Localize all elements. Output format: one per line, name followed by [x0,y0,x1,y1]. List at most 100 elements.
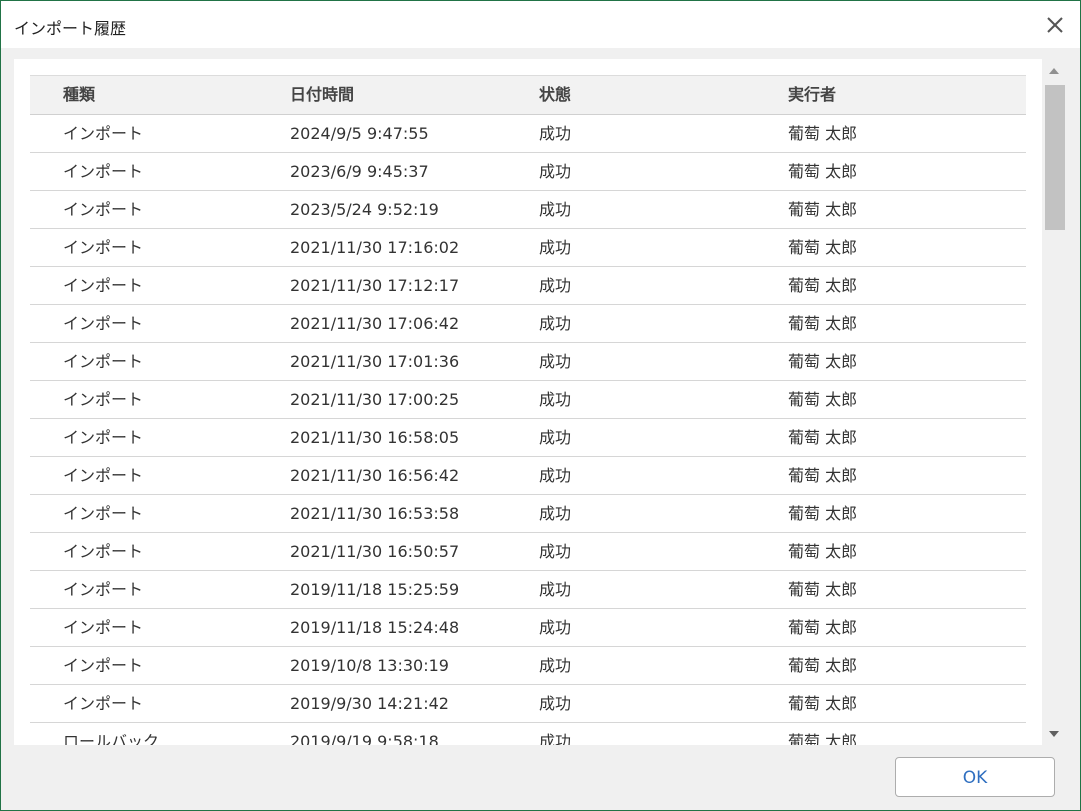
datetime-cell: 2023/6/9 9:45:37 [290,162,429,181]
executor-cell: 葡萄 太郎 [788,390,858,409]
executor-cell: 葡萄 太郎 [788,694,858,713]
datetime-cell: 2024/9/5 9:47:55 [290,124,429,143]
datetime-cell: 2021/11/30 17:06:42 [290,314,460,333]
close-icon [1047,17,1063,33]
datetime-cell: 2021/11/30 16:58:05 [290,428,460,447]
type-cell: インポート [63,162,144,181]
status-cell: 成功 [539,200,572,219]
type-cell: インポート [63,504,144,523]
status-cell: 成功 [539,504,572,523]
table-row[interactable]: インポート 2019/9/30 14:21:42 成功 葡萄 太郎 [30,685,1026,723]
table-row[interactable]: インポート 2023/5/24 9:52:19 成功 葡萄 太郎 [30,191,1026,229]
datetime-cell: 2021/11/30 16:50:57 [290,542,460,561]
type-cell: ロールバック [63,732,160,745]
type-cell: インポート [63,466,144,485]
executor-cell: 葡萄 太郎 [788,276,858,295]
table-row[interactable]: インポート 2019/11/18 15:24:48 成功 葡萄 太郎 [30,609,1026,647]
type-cell: インポート [63,124,144,143]
status-cell: 成功 [539,656,572,675]
datetime-cell: 2023/5/24 9:52:19 [290,200,439,219]
table-row[interactable]: インポート 2021/11/30 16:53:58 成功 葡萄 太郎 [30,495,1026,533]
datetime-cell: 2021/11/30 17:16:02 [290,238,460,257]
status-cell: 成功 [539,390,572,409]
status-cell: 成功 [539,732,572,745]
executor-cell: 葡萄 太郎 [788,314,858,333]
status-cell: 成功 [539,542,572,561]
executor-cell: 葡萄 太郎 [788,162,858,181]
datetime-cell: 2019/9/19 9:58:18 [290,732,439,745]
datetime-cell: 2021/11/30 16:53:58 [290,504,460,523]
type-cell: インポート [63,238,144,257]
ok-button[interactable]: OK [895,757,1055,797]
status-cell: 成功 [539,124,572,143]
executor-cell: 葡萄 太郎 [788,504,858,523]
status-cell: 成功 [539,694,572,713]
header-executor[interactable]: 実行者 [788,76,836,114]
status-cell: 成功 [539,580,572,599]
table-row[interactable]: インポート 2021/11/30 17:00:25 成功 葡萄 太郎 [30,381,1026,419]
type-cell: インポート [63,276,144,295]
datetime-cell: 2019/10/8 13:30:19 [290,656,449,675]
history-panel: 種類 日付時間 状態 実行者 インポート 2024/9/5 9:47:55 成功 葡萄… [14,59,1042,745]
status-cell: 成功 [539,466,572,485]
status-cell: 成功 [539,314,572,333]
executor-cell: 葡萄 太郎 [788,238,858,257]
table-row[interactable]: インポート 2021/11/30 17:01:36 成功 葡萄 太郎 [30,343,1026,381]
table-row[interactable]: インポート 2021/11/30 16:50:57 成功 葡萄 太郎 [30,533,1026,571]
scroll-thumb[interactable] [1045,85,1065,230]
table-row[interactable]: インポート 2021/11/30 16:58:05 成功 葡萄 太郎 [30,419,1026,457]
type-cell: インポート [63,200,144,219]
table-header: 種類 日付時間 状態 実行者 [30,75,1026,115]
table-row[interactable]: インポート 2024/9/5 9:47:55 成功 葡萄 太郎 [30,115,1026,153]
type-cell: インポート [63,580,144,599]
table-row[interactable]: ロールバック 2019/9/19 9:58:18 成功 葡萄 太郎 [30,723,1026,745]
executor-cell: 葡萄 太郎 [788,618,858,637]
table-row[interactable]: インポート 2019/10/8 13:30:19 成功 葡萄 太郎 [30,647,1026,685]
table-row[interactable]: インポート 2021/11/30 17:16:02 成功 葡萄 太郎 [30,229,1026,267]
status-cell: 成功 [539,238,572,257]
dialog-titlebar: インポート履歴 [1,1,1080,48]
executor-cell: 葡萄 太郎 [788,352,858,371]
dialog-footer: OK [1,745,1080,810]
type-cell: インポート [63,352,144,371]
table-row[interactable]: インポート 2021/11/30 17:06:42 成功 葡萄 太郎 [30,305,1026,343]
type-cell: インポート [63,542,144,561]
table-row[interactable]: インポート 2023/6/9 9:45:37 成功 葡萄 太郎 [30,153,1026,191]
close-button[interactable] [1041,11,1069,39]
table-row[interactable]: インポート 2021/11/30 16:56:42 成功 葡萄 太郎 [30,457,1026,495]
executor-cell: 葡萄 太郎 [788,656,858,675]
type-cell: インポート [63,314,144,333]
datetime-cell: 2019/9/30 14:21:42 [290,694,449,713]
type-cell: インポート [63,618,144,637]
scroll-down-arrow-icon[interactable] [1049,731,1059,737]
table-row[interactable]: インポート 2019/11/18 15:25:59 成功 葡萄 太郎 [30,571,1026,609]
executor-cell: 葡萄 太郎 [788,732,858,745]
header-status[interactable]: 状態 [539,76,571,114]
datetime-cell: 2021/11/30 17:00:25 [290,390,460,409]
type-cell: インポート [63,694,144,713]
status-cell: 成功 [539,428,572,447]
executor-cell: 葡萄 太郎 [788,542,858,561]
header-datetime[interactable]: 日付時間 [290,76,354,114]
datetime-cell: 2019/11/18 15:25:59 [290,580,460,599]
executor-cell: 葡萄 太郎 [788,580,858,599]
status-cell: 成功 [539,618,572,637]
status-cell: 成功 [539,162,572,181]
type-cell: インポート [63,428,144,447]
import-history-dialog: インポート履歴 種類 日付時間 状態 実行者 インポート 2024/9/5 9:4… [0,0,1081,811]
executor-cell: 葡萄 太郎 [788,124,858,143]
type-cell: インポート [63,656,144,675]
datetime-cell: 2021/11/30 17:01:36 [290,352,460,371]
datetime-cell: 2019/11/18 15:24:48 [290,618,460,637]
history-table: 種類 日付時間 状態 実行者 インポート 2024/9/5 9:47:55 成功 葡萄… [30,75,1026,745]
status-cell: 成功 [539,352,572,371]
dialog-title: インポート履歴 [14,19,127,38]
table-row[interactable]: インポート 2021/11/30 17:12:17 成功 葡萄 太郎 [30,267,1026,305]
executor-cell: 葡萄 太郎 [788,428,858,447]
status-cell: 成功 [539,276,572,295]
vertical-scrollbar[interactable] [1044,59,1066,745]
table-body: インポート 2024/9/5 9:47:55 成功 葡萄 太郎 インポート 2023/6/… [30,115,1026,745]
datetime-cell: 2021/11/30 17:12:17 [290,276,460,295]
scroll-up-arrow-icon[interactable] [1049,68,1059,74]
header-type[interactable]: 種類 [63,76,95,114]
